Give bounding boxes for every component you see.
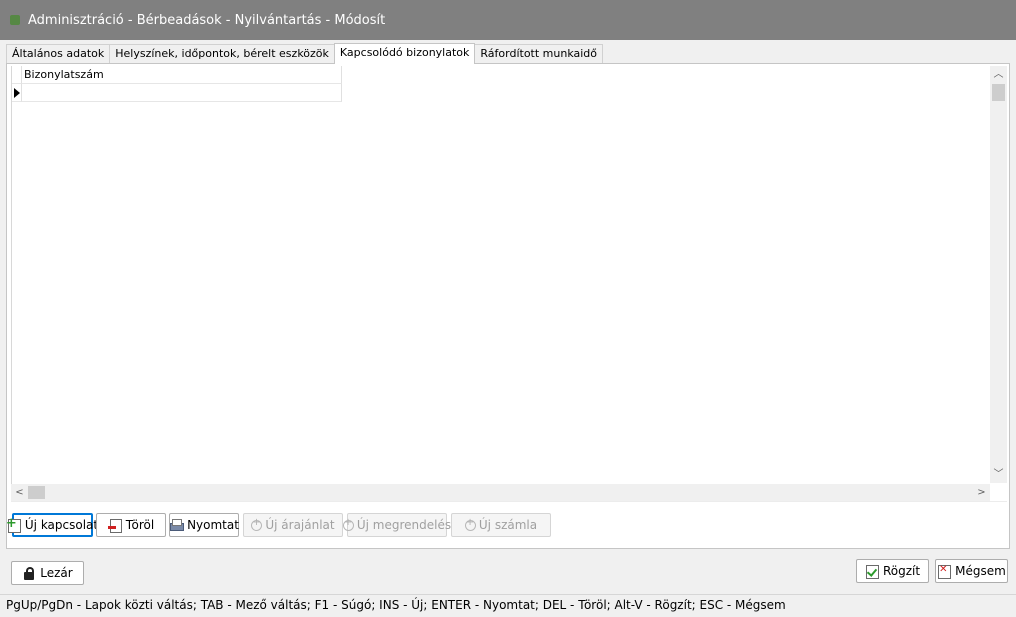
- close-record-label: Lezár: [40, 566, 73, 580]
- new-invoice-button[interactable]: Új számla: [451, 513, 551, 537]
- cancel-document-icon: [937, 564, 952, 579]
- tab-related-documents[interactable]: Kapcsolódó bizonylatok: [333, 43, 476, 64]
- cancel-label: Mégsem: [955, 564, 1006, 578]
- grid-corner: [12, 66, 22, 84]
- column-header-document-number[interactable]: Bizonylatszám: [22, 66, 342, 84]
- title-bar: Adminisztráció - Bérbeadások - Nyilvánta…: [0, 0, 1016, 40]
- current-row-icon: [14, 88, 20, 98]
- close-record-button[interactable]: Lezár: [11, 561, 84, 585]
- scroll-right-icon[interactable]: >: [973, 484, 990, 501]
- tab-general[interactable]: Általános adatok: [6, 44, 111, 63]
- tab-strip: Általános adatok Helyszínek, időpontok, …: [6, 43, 604, 64]
- print-label: Nyomtat: [187, 518, 239, 532]
- divider: [11, 501, 1007, 502]
- vertical-scrollbar[interactable]: ︿ ﹀: [990, 66, 1007, 483]
- cancel-button[interactable]: Mégsem: [935, 559, 1008, 583]
- lock-icon: [22, 566, 36, 580]
- add-document-icon: [6, 516, 21, 533]
- delete-document-icon: [107, 518, 122, 533]
- tab-panel: Bizonylatszám ︿ ﹀ < > Új kapcsolat Töröl…: [6, 63, 1010, 549]
- new-link-button[interactable]: Új kapcsolat: [6, 513, 98, 537]
- horizontal-scrollbar[interactable]: < >: [11, 484, 990, 501]
- status-bar: PgUp/PgDn - Lapok közti váltás; TAB - Me…: [0, 594, 1016, 617]
- tab-locations[interactable]: Helyszínek, időpontok, bérelt eszközök: [109, 44, 335, 63]
- documents-grid[interactable]: Bizonylatszám: [11, 66, 992, 486]
- row-header[interactable]: [12, 84, 22, 102]
- new-link-label: Új kapcsolat: [24, 518, 99, 532]
- grid-header: Bizonylatszám: [12, 66, 992, 84]
- delete-label: Töröl: [125, 518, 155, 532]
- tab-work-time[interactable]: Ráfordított munkaidő: [474, 44, 604, 63]
- scroll-left-icon[interactable]: <: [11, 484, 28, 501]
- scroll-down-icon[interactable]: ﹀: [990, 466, 1007, 483]
- save-button[interactable]: Rögzít: [856, 559, 929, 583]
- scroll-up-icon[interactable]: ︿: [990, 66, 1007, 83]
- new-quote-label: Új árajánlat: [265, 518, 335, 532]
- new-quote-button[interactable]: Új árajánlat: [243, 513, 343, 537]
- horizontal-scroll-thumb[interactable]: [28, 486, 45, 499]
- table-row[interactable]: [12, 84, 992, 102]
- save-label: Rögzít: [882, 564, 921, 578]
- printer-icon: [169, 518, 185, 532]
- new-order-label: Új megrendelés: [356, 518, 452, 532]
- plus-circle-icon: [342, 517, 354, 531]
- window-title: Adminisztráció - Bérbeadások - Nyilvánta…: [28, 12, 386, 28]
- app-icon: [9, 14, 21, 26]
- cell-document-number[interactable]: [22, 84, 342, 102]
- plus-circle-icon: [251, 517, 263, 531]
- print-button[interactable]: Nyomtat: [169, 513, 239, 537]
- plus-circle-icon: [464, 517, 476, 531]
- check-document-icon: [865, 564, 879, 579]
- new-order-button[interactable]: Új megrendelés: [342, 513, 451, 537]
- delete-button[interactable]: Töröl: [96, 513, 166, 537]
- new-invoice-label: Új számla: [478, 518, 538, 532]
- vertical-scroll-thumb[interactable]: [992, 84, 1005, 101]
